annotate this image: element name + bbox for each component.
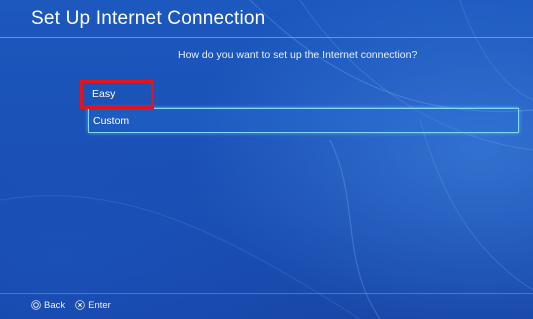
cross-button-icon [75,300,85,310]
option-easy-label: Easy [92,88,116,100]
enter-hint[interactable]: Enter [75,300,111,311]
option-easy[interactable]: Easy [88,82,519,108]
back-label: Back [44,299,66,311]
option-custom-label: Custom [93,115,130,127]
header: Set Up Internet Connection [0,0,533,38]
header-divider [0,37,533,38]
setup-question: How do you want to set up the Internet c… [178,49,418,61]
circle-button-icon [31,300,41,310]
background [0,0,533,319]
footer: Back Enter [31,298,121,312]
footer-divider [0,293,533,294]
option-custom[interactable]: Custom [88,108,519,133]
background-waves [0,0,533,319]
back-hint[interactable]: Back [31,300,65,311]
page-title: Set Up Internet Connection [31,8,266,29]
enter-label: Enter [88,299,111,311]
